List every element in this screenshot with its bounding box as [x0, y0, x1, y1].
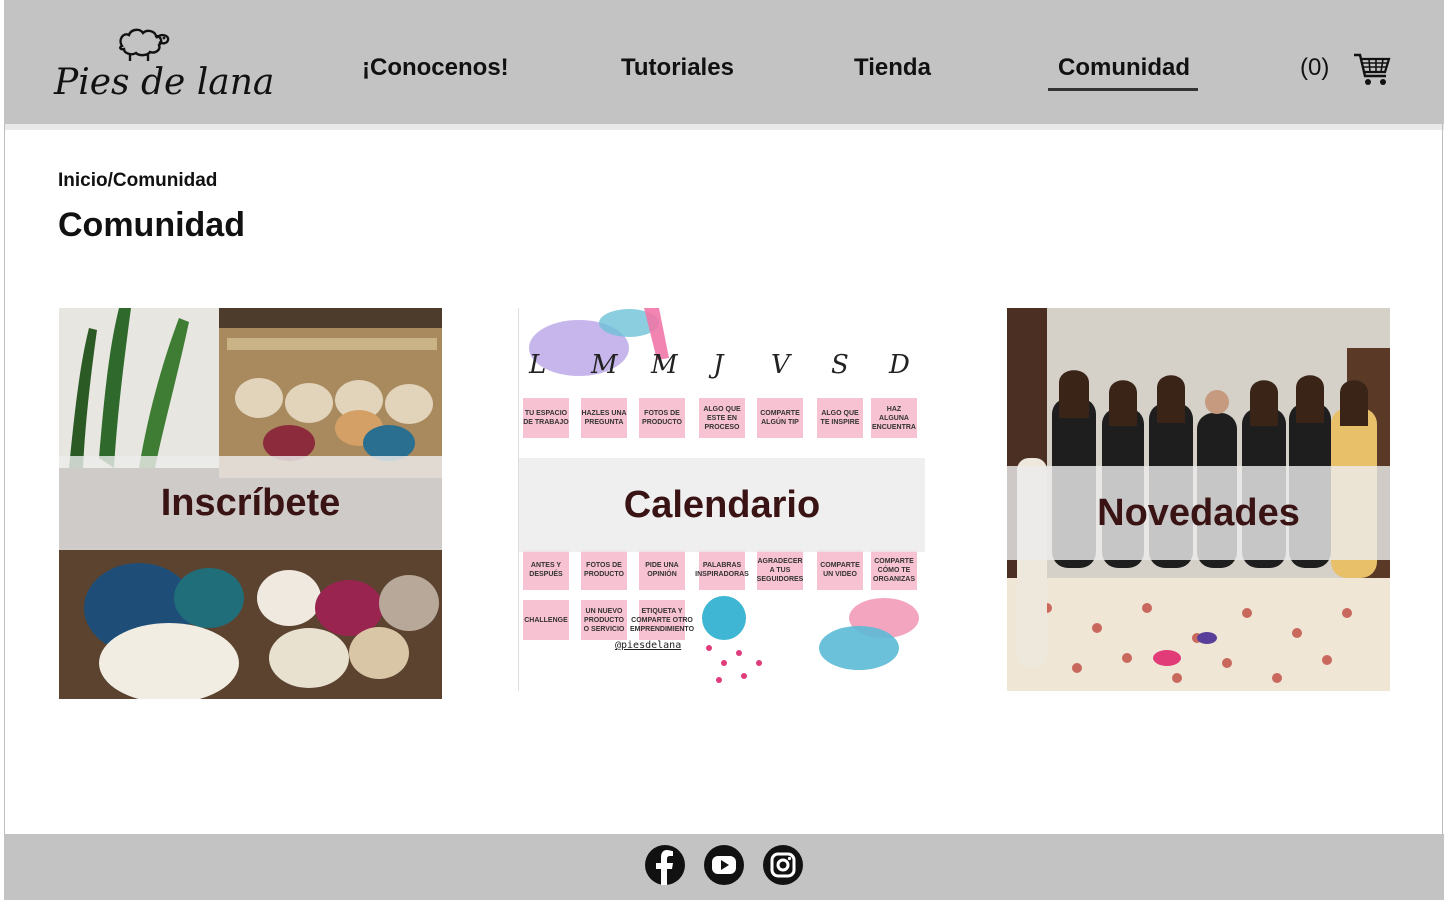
- calendar-handle: @piesdelana: [615, 640, 682, 651]
- calendar-cell: ANTES Y DESPUÉS: [523, 550, 569, 590]
- nav-tienda[interactable]: Tienda: [854, 54, 931, 82]
- card-label-band: Inscríbete: [59, 456, 442, 550]
- cart-count: (0): [1300, 54, 1330, 81]
- header-divider: [4, 124, 1444, 130]
- calendar-cell: PALABRAS INSPIRADORAS: [695, 550, 749, 590]
- calendar-day: M: [591, 350, 618, 380]
- calendar-cell: ETIQUETA Y COMPARTE OTRO EMPRENDIMIENTO: [630, 600, 694, 640]
- calendar-cell: HAZLES UNA PREGUNTA: [581, 398, 627, 438]
- card-label-band: Calendario: [519, 458, 925, 552]
- calendar-cell: FOTOS DE PRODUCTO: [639, 398, 685, 438]
- calendar-cell: ALGO QUE TE INSPIRE: [817, 398, 863, 438]
- card-label-band: Novedades: [1007, 466, 1390, 560]
- card-novedades[interactable]: Novedades: [1007, 308, 1390, 691]
- card-label-calendario: Calendario: [623, 483, 821, 526]
- youtube-icon[interactable]: [704, 845, 744, 885]
- nav-conocenos[interactable]: ¡Conocenos!: [362, 54, 509, 82]
- sheep-icon: [119, 28, 170, 61]
- calendar-cell: COMPARTE CÓMO TE ORGANIZAS: [871, 550, 917, 590]
- page-border-right: [1442, 124, 1443, 834]
- nav-active-indicator: [1048, 88, 1198, 91]
- calendar-cell: AGRADECER A TUS SEGUIDORES: [757, 550, 803, 590]
- calendar-cell: ALGO QUE ESTE EN PROCESO: [699, 398, 745, 438]
- calendar-day: D: [889, 350, 910, 380]
- card-inscribete[interactable]: Inscríbete: [59, 308, 442, 699]
- brand-name: Pies de lana: [54, 62, 275, 103]
- site-logo[interactable]: Pies de lana: [54, 22, 274, 112]
- calendar-cell: TU ESPACIO DE TRABAJO: [523, 398, 569, 438]
- calendar-cell: COMPARTE UN VIDEO: [817, 550, 863, 590]
- calendar-day: S: [831, 350, 849, 380]
- shopping-cart-icon[interactable]: [1352, 52, 1392, 88]
- card-label-inscribete: Inscríbete: [160, 481, 341, 524]
- calendar-cell: COMPARTE ALGÚN TIP: [757, 398, 803, 438]
- nav-tutoriales[interactable]: Tutoriales: [621, 54, 734, 82]
- calendar-cell: CHALLENGE: [523, 600, 569, 640]
- calendar-cell: PIDE UNA OPINIÓN: [639, 550, 685, 590]
- breadcrumb[interactable]: Inicio/Comunidad: [58, 170, 217, 192]
- calendar-day: J: [713, 350, 724, 380]
- card-label-novedades: Novedades: [1097, 491, 1300, 534]
- instagram-icon[interactable]: [763, 845, 803, 885]
- page-title: Comunidad: [58, 206, 245, 244]
- calendar-cell: HAZ ALGUNA ENCUENTRA: [871, 398, 917, 438]
- calendar-cell: UN NUEVO PRODUCTO O SERVICIO: [581, 600, 627, 640]
- nav-comunidad[interactable]: Comunidad: [1058, 54, 1190, 82]
- page-border-left: [4, 124, 5, 834]
- card-calendario[interactable]: L M M J V S D TU ESPACIO DE TRABAJO HAZL…: [518, 308, 925, 691]
- facebook-icon[interactable]: [645, 845, 685, 885]
- calendar-day: M: [651, 350, 678, 380]
- calendar-day: L: [529, 350, 547, 380]
- calendar-cell: FOTOS DE PRODUCTO: [581, 550, 627, 590]
- calendar-day: V: [771, 350, 790, 380]
